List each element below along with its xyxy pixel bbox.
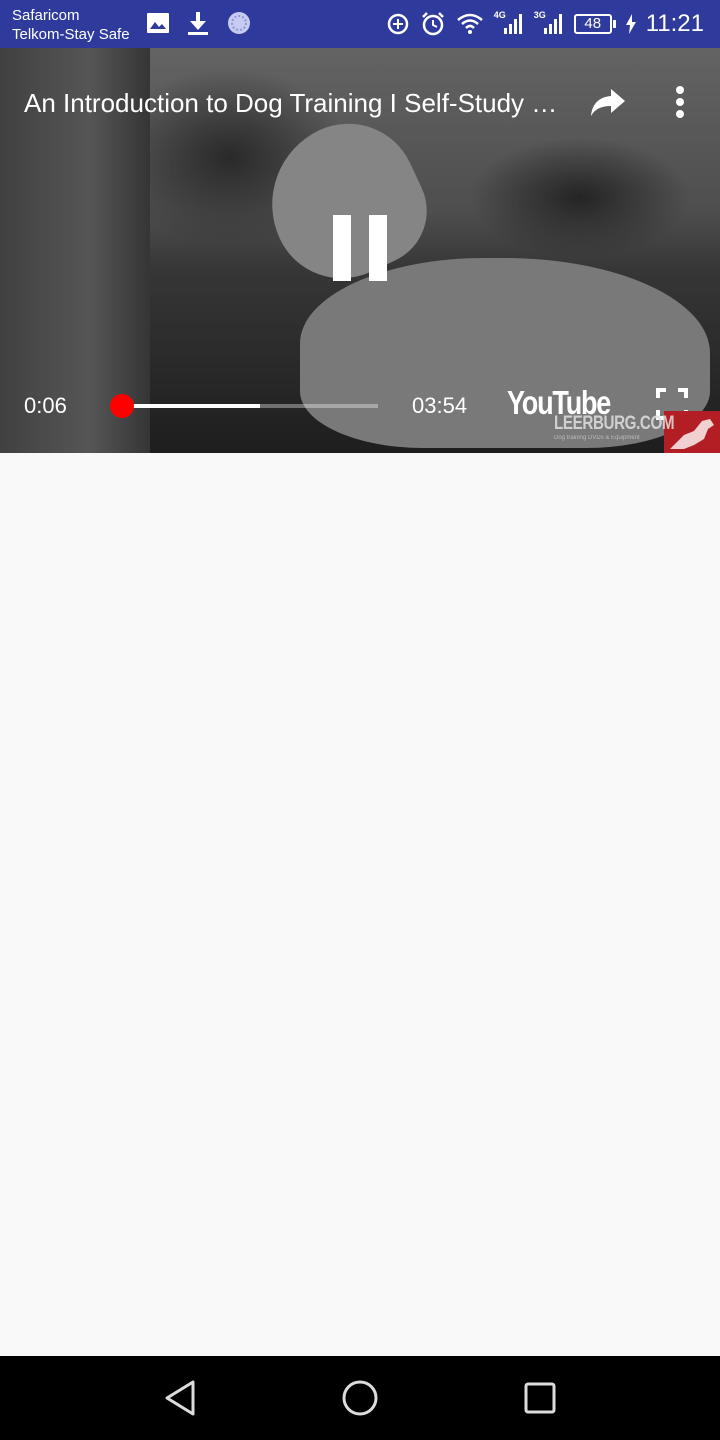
video-player[interactable]: An Introduction to Dog Training I Self-S…	[0, 48, 720, 453]
watermark-subtext: Dog training DVDs & Equipment	[554, 435, 640, 441]
network-type-label: 4G	[493, 10, 506, 20]
status-clock: 11:21	[645, 10, 704, 37]
seek-bar[interactable]	[105, 393, 378, 419]
recents-button[interactable]	[518, 1376, 562, 1420]
watermark-text: LEERBURG.COM	[554, 413, 675, 434]
carrier-secondary: Telkom-Stay Safe	[12, 26, 130, 43]
share-icon	[591, 89, 625, 116]
more-options-button[interactable]	[660, 80, 700, 124]
alarm-icon	[421, 12, 444, 36]
signal-4g: 4G	[493, 10, 524, 36]
battery-icon: 48	[573, 14, 616, 34]
data-saver-icon	[387, 13, 408, 35]
carrier-name: Safaricom	[12, 7, 80, 24]
battery-level: 48	[573, 14, 612, 34]
video-title[interactable]: An Introduction to Dog Training I Self-S…	[24, 86, 569, 120]
sync-icon	[228, 12, 250, 34]
wifi-icon	[456, 13, 483, 34]
download-icon	[188, 12, 208, 35]
video-watermark: LEERBURG.COM Dog training DVDs & Equipme…	[552, 411, 720, 453]
signal-3g: 3G	[533, 10, 564, 36]
pause-icon	[333, 215, 351, 281]
carrier-info: Safaricom Telkom-Stay Safe	[12, 6, 130, 44]
pause-button[interactable]	[320, 208, 400, 288]
recents-icon	[524, 1382, 556, 1414]
back-icon	[165, 1380, 195, 1416]
charging-icon	[625, 14, 636, 34]
home-button[interactable]	[338, 1376, 382, 1420]
navigation-bar	[0, 1356, 720, 1440]
seek-buffered	[115, 404, 260, 408]
seek-thumb[interactable]	[109, 394, 134, 418]
image-icon	[147, 13, 169, 33]
status-bar: Safaricom Telkom-Stay Safe 4G 3G 48 11:2…	[0, 0, 720, 48]
content-area	[0, 453, 720, 1356]
network-type-label: 3G	[533, 10, 546, 20]
total-time: 03:54	[412, 393, 468, 418]
home-icon	[342, 1380, 378, 1416]
share-button[interactable]	[586, 82, 630, 122]
back-button[interactable]	[158, 1376, 202, 1420]
more-vert-icon	[676, 86, 684, 118]
current-time: 0:06	[24, 393, 67, 418]
